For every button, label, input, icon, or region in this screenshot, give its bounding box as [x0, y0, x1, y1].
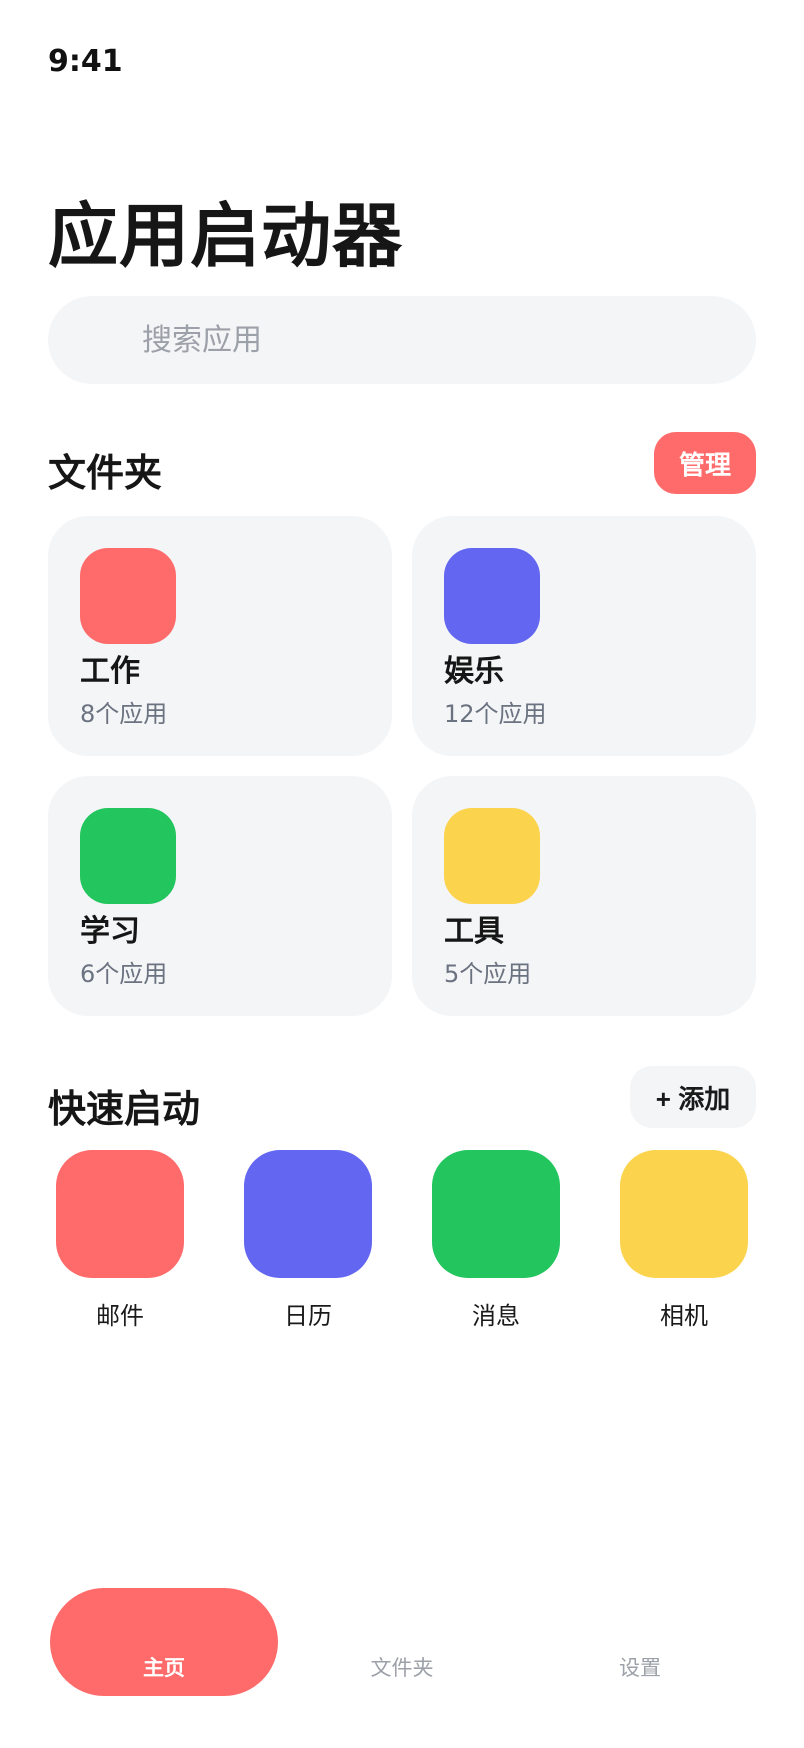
- folder-app-count: 12个应用: [444, 700, 547, 728]
- folder-tools-icon: [444, 808, 540, 904]
- quick-app-label: 相机: [660, 1302, 708, 1330]
- folder-name: 娱乐: [444, 654, 504, 689]
- search-icon: [98, 327, 125, 354]
- folder-card-study[interactable]: 学习 6个应用: [48, 776, 392, 1016]
- bottom-tab-bar: 主页 文件夹 设置: [0, 1580, 804, 1710]
- manage-button[interactable]: 管理: [654, 432, 756, 494]
- folders-section-title: 文件夹: [48, 451, 163, 495]
- folder-card-entertainment[interactable]: 娱乐 12个应用: [412, 516, 756, 756]
- quick-app-label: 消息: [472, 1302, 520, 1330]
- quick-app-label: 邮件: [96, 1302, 144, 1330]
- tab-settings[interactable]: 设置: [526, 1588, 754, 1696]
- calendar-app-icon: [244, 1150, 372, 1278]
- quick-launch-section-title: 快速启动: [48, 1087, 201, 1131]
- status-time: 9:41: [48, 44, 123, 79]
- tab-folders[interactable]: 文件夹: [288, 1588, 516, 1696]
- messages-app-icon: [432, 1150, 560, 1278]
- quick-app-label: 日历: [284, 1302, 332, 1330]
- mail-app-icon: [56, 1150, 184, 1278]
- folder-name: 工作: [80, 654, 140, 689]
- folder-card-tools[interactable]: 工具 5个应用: [412, 776, 756, 1016]
- folder-entertainment-icon: [444, 548, 540, 644]
- tab-home[interactable]: 主页: [50, 1588, 278, 1696]
- quick-app-messages[interactable]: 消息: [432, 1150, 560, 1330]
- folder-name: 学习: [80, 914, 140, 949]
- search-input[interactable]: [142, 316, 702, 364]
- quick-app-mail[interactable]: 邮件: [56, 1150, 184, 1330]
- quick-app-camera[interactable]: 相机: [620, 1150, 748, 1330]
- folder-name: 工具: [444, 914, 504, 949]
- folder-app-count: 5个应用: [444, 960, 532, 988]
- folder-study-icon: [80, 808, 176, 904]
- quick-app-calendar[interactable]: 日历: [244, 1150, 372, 1330]
- page-title: 应用启动器: [48, 195, 403, 277]
- folder-app-count: 6个应用: [80, 960, 168, 988]
- add-button[interactable]: + 添加: [630, 1066, 756, 1128]
- camera-app-icon: [620, 1150, 748, 1278]
- app-screen: 9:41 应用启动器 文件夹 管理 工作 8个应用 娱乐 12个应用 学习 6个…: [0, 0, 804, 1748]
- folder-work-icon: [80, 548, 176, 644]
- folder-app-count: 8个应用: [80, 700, 168, 728]
- folder-card-work[interactable]: 工作 8个应用: [48, 516, 392, 756]
